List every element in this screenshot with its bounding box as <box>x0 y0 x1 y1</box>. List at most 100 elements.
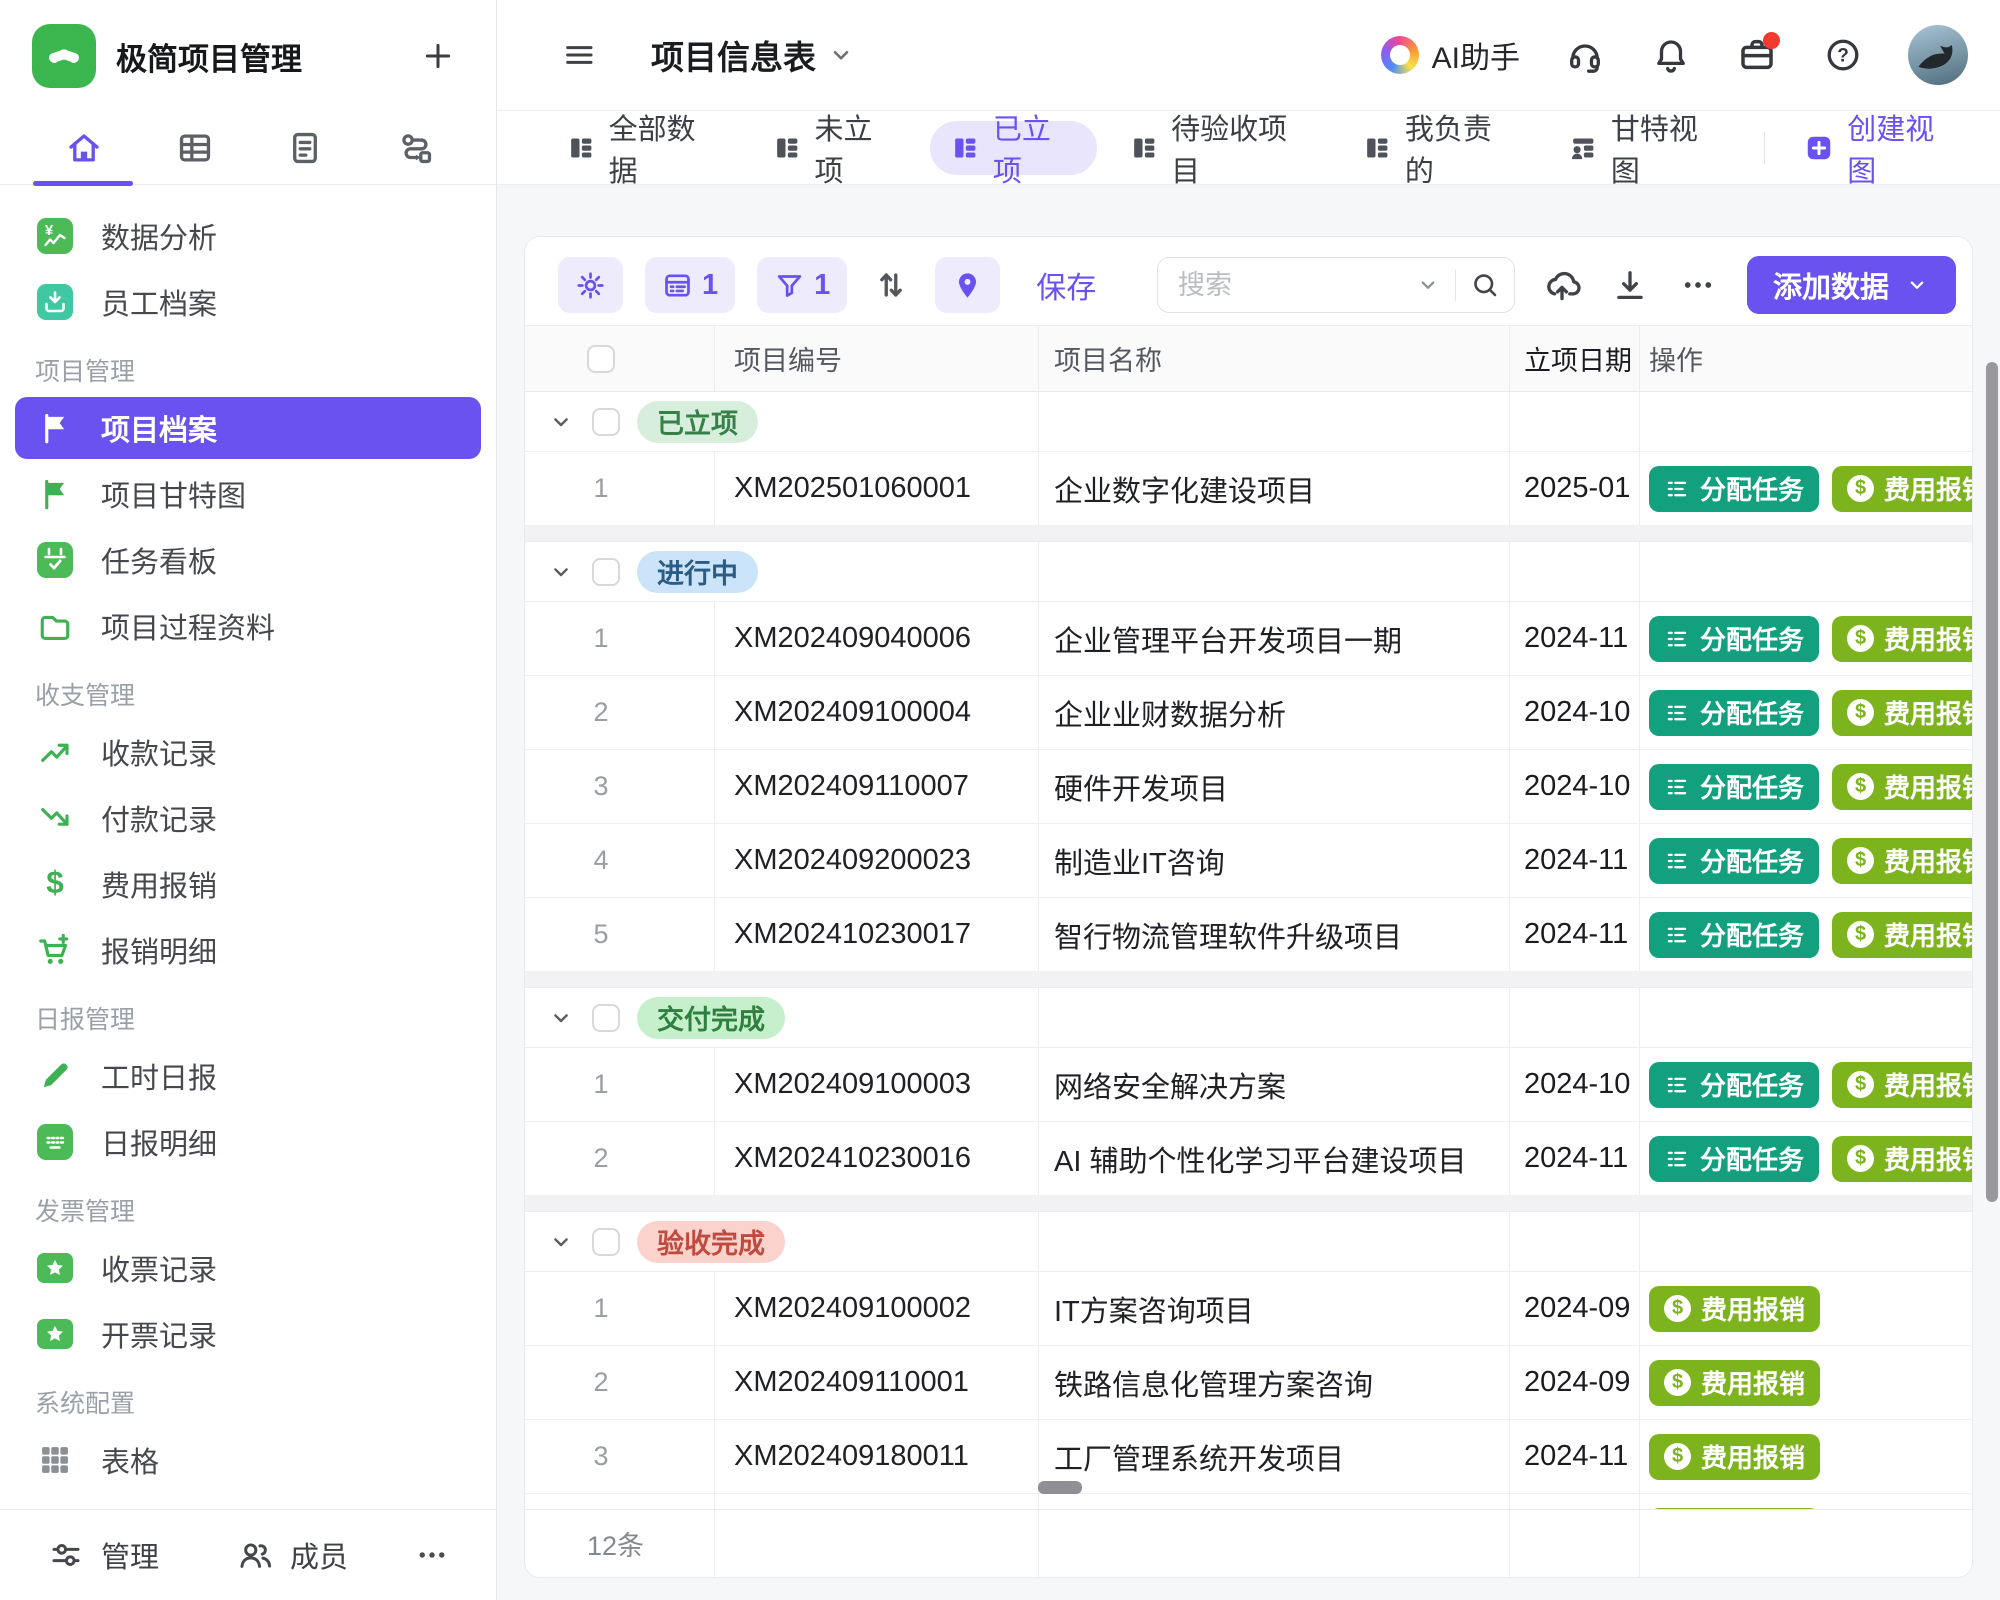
assign-task-button[interactable]: 分配任务 <box>1649 1136 1819 1182</box>
tab-gantt-view[interactable]: 甘特视图 <box>1548 121 1742 175</box>
sidebar-item-tables[interactable]: 表格 <box>15 1429 481 1491</box>
download-icon[interactable] <box>1609 264 1651 306</box>
collapse-chevron-icon[interactable] <box>547 1004 575 1032</box>
table-row[interactable]: 1 XM202409100002 IT方案咨询项目 2024-09 $费用报销 <box>525 1272 1972 1346</box>
collapse-chevron-icon[interactable] <box>547 1228 575 1256</box>
expense-button[interactable]: $费用报销 <box>1832 690 1972 736</box>
sidebar-item-task-board[interactable]: 任务看板 <box>15 529 481 591</box>
nav-document-icon[interactable] <box>283 126 327 170</box>
horizontal-scrollbar[interactable] <box>1038 1481 1082 1494</box>
expense-button[interactable]: $费用报销 <box>1649 1360 1820 1406</box>
table-row[interactable]: 2 XM202410230016 AI 辅助个性化学习平台建设项目 2024-1… <box>525 1122 1972 1196</box>
sidebar-item-project-docs[interactable]: 项目过程资料 <box>15 595 481 657</box>
settings-button[interactable] <box>558 257 623 313</box>
assign-task-button[interactable]: 分配任务 <box>1649 690 1819 736</box>
add-data-button[interactable]: 添加数据 <box>1747 256 1956 314</box>
group-checkbox[interactable] <box>592 1228 620 1256</box>
column-header-name[interactable]: 项目名称 <box>1039 326 1510 391</box>
table-row[interactable]: 4 XM202410100003 万科数字化建设 2024-11 $费用报销 <box>525 1494 1972 1509</box>
more-icon[interactable] <box>414 1537 450 1573</box>
table-row[interactable]: 1 XM202409100003 网络安全解决方案 2024-10 分配任务 $… <box>525 1048 1972 1122</box>
add-app-icon[interactable] <box>418 36 458 76</box>
select-all-checkbox[interactable] <box>587 345 615 373</box>
bell-icon[interactable] <box>1650 34 1692 76</box>
group-checkbox[interactable] <box>592 408 620 436</box>
sidebar-item-data-analysis[interactable]: 数据分析 <box>15 205 481 267</box>
assign-task-button[interactable]: 分配任务 <box>1649 1062 1819 1108</box>
assign-task-button[interactable]: 分配任务 <box>1649 912 1819 958</box>
table-row[interactable]: 3 XM202409110007 硬件开发项目 2024-10 分配任务 $费用… <box>525 750 1972 824</box>
table-row[interactable]: 2 XM202409110001 铁路信息化管理方案咨询 2024-09 $费用… <box>525 1346 1972 1420</box>
group-header-row[interactable]: 已立项 <box>525 392 1972 452</box>
chevron-down-icon[interactable] <box>1415 272 1441 298</box>
sidebar-item-invoice-issued[interactable]: 开票记录 <box>15 1303 481 1365</box>
sidebar-item-payments[interactable]: 付款记录 <box>15 787 481 849</box>
expense-button[interactable]: $费用报销 <box>1832 616 1972 662</box>
sidebar-item-receipts[interactable]: 收款记录 <box>15 721 481 783</box>
table-row[interactable]: 1 XM202501060001 企业数字化建设项目 2025-01 分配任务 … <box>525 452 1972 526</box>
expense-button[interactable]: $费用报销 <box>1832 764 1972 810</box>
save-button[interactable]: 保存 <box>1036 263 1096 307</box>
search-input[interactable] <box>1176 269 1415 302</box>
column-header-code[interactable]: 项目编号 <box>715 326 1039 391</box>
assign-task-button[interactable]: 分配任务 <box>1649 616 1819 662</box>
nav-home-icon[interactable] <box>62 126 106 170</box>
sidebar-item-timesheet[interactable]: 工时日报 <box>15 1045 481 1107</box>
assign-task-button[interactable]: 分配任务 <box>1649 466 1819 512</box>
column-header-date[interactable]: 立项日期 <box>1510 326 1640 391</box>
sidebar-item-expense-detail[interactable]: 报销明细 <box>15 919 481 981</box>
filter-button[interactable]: 1 <box>757 257 847 313</box>
members-button[interactable]: 成员 <box>235 1534 348 1576</box>
tab-not-approved[interactable]: 未立项 <box>752 121 918 175</box>
tab-pending-acceptance[interactable]: 待验收项目 <box>1109 121 1331 175</box>
table-row[interactable]: 5 XM202410230017 智行物流管理软件升级项目 2024-11 分配… <box>525 898 1972 972</box>
upload-icon[interactable] <box>1541 264 1583 306</box>
sidebar-item-project-gantt[interactable]: 项目甘特图 <box>15 463 481 525</box>
help-icon[interactable] <box>1822 34 1864 76</box>
tab-approved[interactable]: 已立项 <box>930 121 1096 175</box>
pin-button[interactable] <box>935 257 1000 313</box>
expense-button[interactable]: $费用报销 <box>1649 1434 1820 1480</box>
table-row[interactable]: 4 XM202409200023 制造业IT咨询 2024-11 分配任务 $费… <box>525 824 1972 898</box>
sidebar-item-workflow[interactable]: 流程 <box>15 1495 481 1509</box>
field-config-button[interactable]: 1 <box>645 257 735 313</box>
table-row[interactable]: 2 XM202409100004 企业业财数据分析 2024-10 分配任务 $… <box>525 676 1972 750</box>
sidebar-item-project-files[interactable]: 项目档案 <box>15 397 481 459</box>
manage-button[interactable]: 管理 <box>46 1534 159 1576</box>
vertical-scrollbar[interactable] <box>1986 362 1998 1202</box>
expense-button[interactable]: $费用报销 <box>1832 466 1972 512</box>
expense-button[interactable]: $费用报销 <box>1649 1286 1820 1332</box>
hamburger-menu-icon[interactable] <box>559 35 599 75</box>
collapse-chevron-icon[interactable] <box>547 408 575 436</box>
more-actions-icon[interactable] <box>1677 264 1719 306</box>
nav-table-icon[interactable] <box>173 126 217 170</box>
table-row[interactable]: 1 XM202409040006 企业管理平台开发项目一期 2024-11 分配… <box>525 602 1972 676</box>
briefcase-icon[interactable] <box>1736 34 1778 76</box>
create-view-button[interactable]: 创建视图 <box>1754 106 1956 190</box>
headset-icon[interactable] <box>1564 34 1606 76</box>
sort-button[interactable] <box>869 263 913 307</box>
group-checkbox[interactable] <box>592 1004 620 1032</box>
expense-button[interactable]: $费用报销 <box>1832 1062 1972 1108</box>
group-header-row[interactable]: 交付完成 <box>525 988 1972 1048</box>
sidebar-item-expense[interactable]: 费用报销 <box>15 853 481 915</box>
ai-assistant-button[interactable]: AI助手 <box>1381 33 1520 77</box>
search-box[interactable] <box>1157 257 1515 313</box>
table-row[interactable]: 3 XM202409180011 工厂管理系统开发项目 2024-11 $费用报… <box>525 1420 1972 1494</box>
sidebar-item-invoice-received[interactable]: 收票记录 <box>15 1237 481 1299</box>
collapse-chevron-icon[interactable] <box>547 558 575 586</box>
assign-task-button[interactable]: 分配任务 <box>1649 764 1819 810</box>
tab-my-projects[interactable]: 我负责的 <box>1342 121 1536 175</box>
group-header-row[interactable]: 进行中 <box>525 542 1972 602</box>
tab-all-data[interactable]: 全部数据 <box>546 121 740 175</box>
expense-button[interactable]: $费用报销 <box>1832 912 1972 958</box>
group-checkbox[interactable] <box>592 558 620 586</box>
sidebar-item-employee-files[interactable]: 员工档案 <box>15 271 481 333</box>
expense-button[interactable]: $费用报销 <box>1832 838 1972 884</box>
sidebar-item-daily-detail[interactable]: 日报明细 <box>15 1111 481 1173</box>
expense-button[interactable]: $费用报销 <box>1832 1136 1972 1182</box>
group-header-row[interactable]: 验收完成 <box>525 1212 1972 1272</box>
nav-workflow-icon[interactable] <box>394 126 438 170</box>
assign-task-button[interactable]: 分配任务 <box>1649 838 1819 884</box>
avatar[interactable] <box>1908 25 1968 85</box>
